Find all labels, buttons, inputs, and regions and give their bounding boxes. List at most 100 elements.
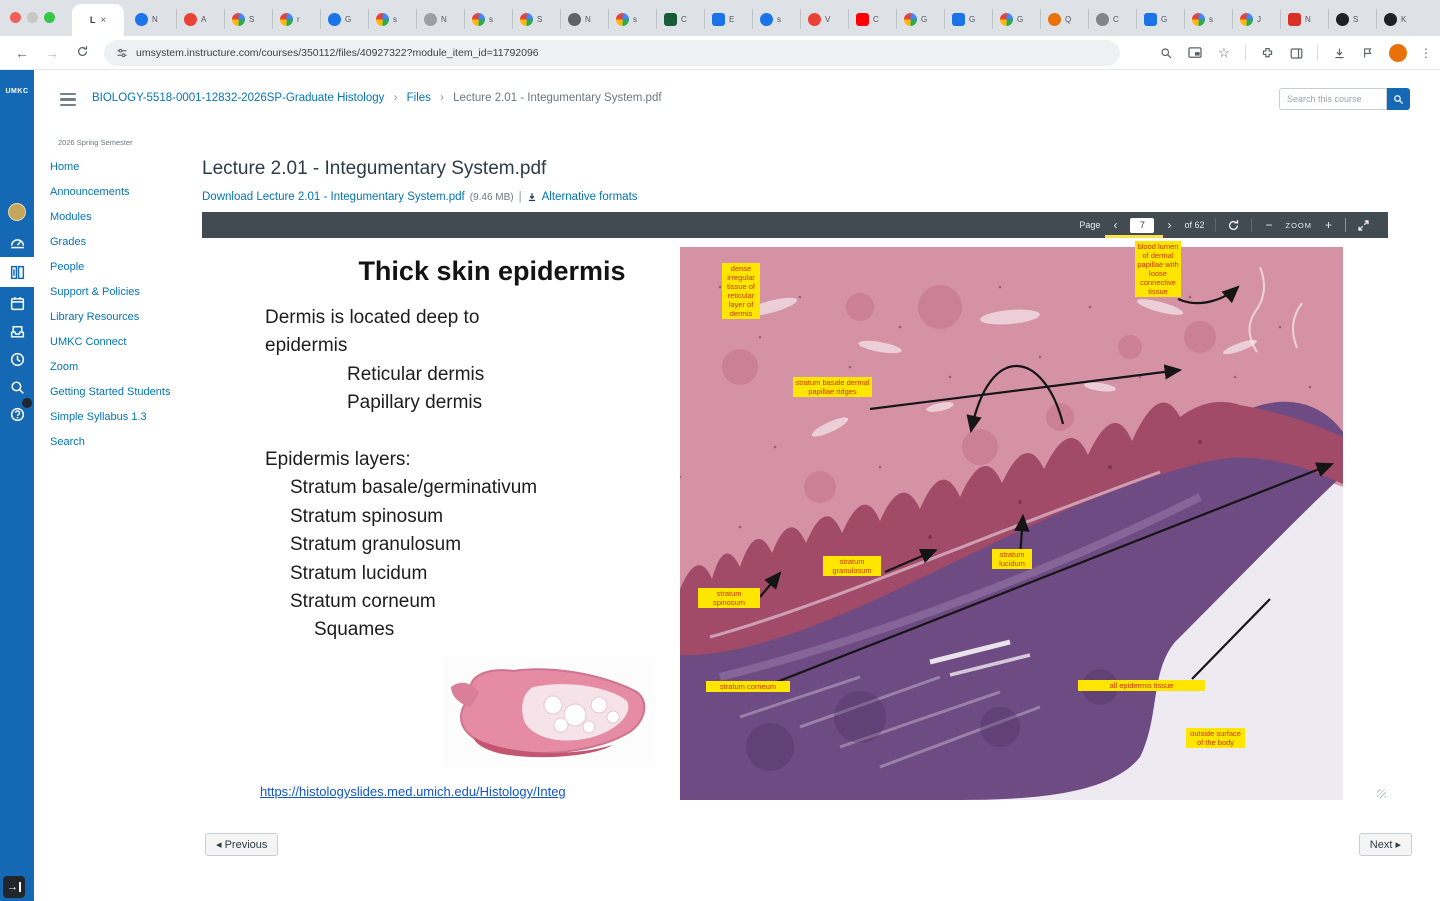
tab-title: s <box>633 14 637 24</box>
breadcrumb-files-link[interactable]: Files <box>407 92 431 104</box>
screen: L × N A Sr Gs Ns S Ns C Es V C G G G Q C Gs J N S K ← → umsy… <box>0 0 1440 901</box>
course-nav-item-home[interactable]: Home <box>50 161 190 174</box>
browser-tab[interactable]: S <box>512 9 560 29</box>
browser-tab[interactable]: Q <box>1040 9 1088 29</box>
browser-tab[interactable]: s <box>368 9 416 29</box>
browser-tab[interactable]: N <box>560 9 608 29</box>
tissue-thumbnail-image <box>443 657 655 767</box>
course-nav-item-search[interactable]: Search <box>50 436 190 449</box>
rotate-button[interactable] <box>1227 219 1240 232</box>
annotation-label: stratum lucidum <box>992 549 1032 569</box>
browser-tab[interactable]: s <box>608 9 656 29</box>
next-page-button[interactable]: › <box>1165 219 1173 231</box>
nav-inbox[interactable] <box>0 317 34 345</box>
course-nav-item-modules[interactable]: Modules <box>50 211 190 224</box>
nav-courses[interactable] <box>0 257 34 287</box>
download-link[interactable]: Download Lecture 2.01 - Integumentary Sy… <box>202 191 465 203</box>
browser-tab[interactable]: C <box>656 9 704 29</box>
browser-tab[interactable]: J <box>1232 9 1280 29</box>
pdf-page: Thick skin epidermis Dermis is located d… <box>202 238 1388 800</box>
pdf-toolbar: Page ‹ 7 › of 62 − ZOOM + <box>202 212 1388 238</box>
course-nav-item-umkc-connect[interactable]: UMKC Connect <box>50 336 190 349</box>
zoom-search-icon[interactable] <box>1158 45 1174 61</box>
browser-tab[interactable]: G <box>320 9 368 29</box>
browser-tab[interactable]: s <box>464 9 512 29</box>
browser-tab[interactable]: S <box>224 9 272 29</box>
umkc-logo[interactable]: UMKC <box>0 88 34 95</box>
browser-tab[interactable]: N <box>128 9 176 29</box>
download-icon[interactable] <box>1331 45 1347 61</box>
window-zoom-button[interactable] <box>44 12 55 23</box>
course-nav-item-zoom[interactable]: Zoom <box>50 361 190 374</box>
nav-account[interactable] <box>0 198 34 226</box>
hamburger-icon[interactable] <box>60 93 76 106</box>
course-nav-item-support-policies[interactable]: Support & Policies <box>50 286 190 299</box>
browser-tab[interactable]: r <box>272 9 320 29</box>
zoom-out-button[interactable]: − <box>1263 219 1274 231</box>
tab-favicon <box>1000 12 1013 26</box>
window-minimize-button[interactable] <box>27 12 38 23</box>
nav-help[interactable] <box>0 398 34 428</box>
slide-hyperlink[interactable]: https://histologyslides.med.umich.edu/Hi… <box>260 784 566 799</box>
course-nav-item-getting-started-students[interactable]: Getting Started Students <box>50 386 190 399</box>
profile-avatar[interactable] <box>1389 44 1407 62</box>
tab-favicon <box>1144 12 1157 26</box>
browser-tab[interactable]: s <box>1184 9 1232 29</box>
browser-tab[interactable]: N <box>416 9 464 29</box>
browser-tab[interactable]: V <box>800 9 848 29</box>
course-nav-item-announcements[interactable]: Announcements <box>50 186 190 199</box>
browser-tab[interactable]: G <box>944 9 992 29</box>
toolbar-divider <box>1251 218 1253 232</box>
browser-tab[interactable]: K <box>1376 9 1424 29</box>
browser-tab[interactable]: N <box>1280 9 1328 29</box>
menu-kebab-icon[interactable]: ⋮ <box>1420 47 1432 59</box>
active-browser-tab[interactable]: L × <box>72 4 124 36</box>
search-input[interactable] <box>1279 88 1387 110</box>
nav-dashboard[interactable] <box>0 228 34 256</box>
browser-tab[interactable]: s <box>752 9 800 29</box>
browser-tab[interactable]: C <box>1088 9 1136 29</box>
collapse-nav-icon[interactable]: → <box>3 876 25 898</box>
bookmark-star-icon[interactable]: ☆ <box>1216 45 1232 61</box>
course-nav-item-library-resources[interactable]: Library Resources <box>50 311 190 324</box>
window-close-button[interactable] <box>10 12 21 23</box>
course-nav-item-grades[interactable]: Grades <box>50 236 190 249</box>
picture-in-picture-icon[interactable] <box>1187 45 1203 61</box>
side-panel-icon[interactable] <box>1288 45 1304 61</box>
previous-module-item-button[interactable]: ◂ Previous <box>205 833 279 856</box>
address-bar[interactable]: umsystem.instructure.com/courses/350112/… <box>104 40 1120 66</box>
browser-tab[interactable]: G <box>1136 9 1184 29</box>
annotation-label: dense irregular tissue of reticular laye… <box>722 263 760 319</box>
forward-button[interactable]: → <box>42 43 62 63</box>
download-row: Download Lecture 2.01 - Integumentary Sy… <box>202 191 638 203</box>
nav-search[interactable] <box>0 373 34 401</box>
course-nav-item-simple-syllabus-1-3[interactable]: Simple Syllabus 1.3 <box>50 411 190 424</box>
notification-badge <box>22 398 32 408</box>
previous-page-button[interactable]: ‹ <box>1111 219 1119 231</box>
page-number-input[interactable]: 7 <box>1130 217 1155 233</box>
resize-corner[interactable] <box>1377 789 1386 798</box>
extensions-icon[interactable] <box>1259 45 1275 61</box>
close-icon[interactable]: × <box>100 15 106 26</box>
search-button[interactable] <box>1387 88 1410 110</box>
toolbar-divider <box>1245 45 1246 61</box>
fullscreen-button[interactable] <box>1357 219 1370 232</box>
reload-button[interactable] <box>72 43 92 63</box>
site-settings-icon[interactable] <box>116 47 128 59</box>
next-module-item-button[interactable]: Next ▸ <box>1358 833 1412 856</box>
breadcrumb-course-link[interactable]: BIOLOGY-5518-0001-12832-2026SP-Graduate … <box>92 92 384 104</box>
nav-calendar[interactable] <box>0 289 34 317</box>
zoom-in-button[interactable]: + <box>1323 219 1334 231</box>
nav-history[interactable] <box>0 345 34 373</box>
flag-icon[interactable] <box>1360 45 1376 61</box>
browser-tab[interactable]: S <box>1328 9 1376 29</box>
browser-tab[interactable]: E <box>704 9 752 29</box>
browser-tab[interactable]: A <box>176 9 224 29</box>
browser-tab[interactable]: C <box>848 9 896 29</box>
browser-tab[interactable]: G <box>992 9 1040 29</box>
browser-tab[interactable]: G <box>896 9 944 29</box>
course-nav-item-people[interactable]: People <box>50 261 190 274</box>
tab-favicon <box>856 12 869 26</box>
back-button[interactable]: ← <box>12 43 32 63</box>
alternative-formats-link[interactable]: Alternative formats <box>542 191 638 203</box>
